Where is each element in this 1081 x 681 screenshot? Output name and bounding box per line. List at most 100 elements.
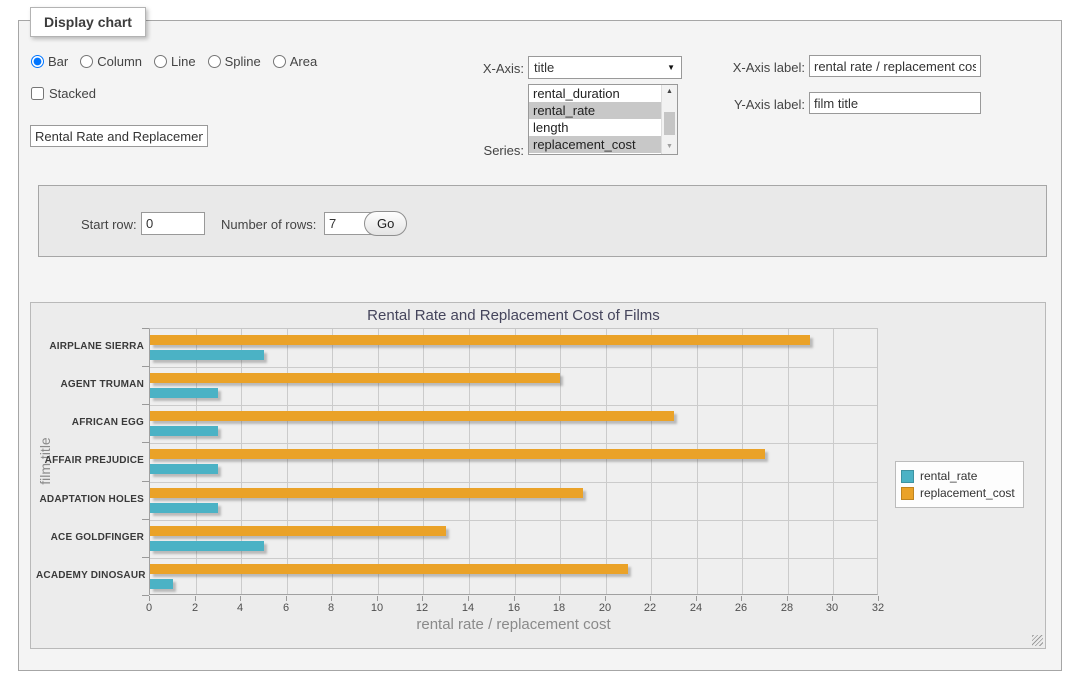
category-label: AIRPLANE SIERRA <box>36 341 144 352</box>
y-axis-label-input[interactable] <box>809 92 981 114</box>
bar-rental_rate <box>150 388 218 398</box>
gridline <box>196 329 197 594</box>
category-label: ADAPTATION HOLES <box>36 494 144 505</box>
gridline <box>150 405 877 406</box>
chart-type-radio-label: Area <box>290 54 317 69</box>
bar-rental_rate <box>150 350 264 360</box>
gridline <box>651 329 652 594</box>
series-option-length[interactable]: length <box>529 119 661 136</box>
x-tick-mark <box>149 596 150 601</box>
resize-handle-icon[interactable] <box>1032 635 1043 646</box>
category-label: ACE GOLDFINGER <box>36 532 144 543</box>
x-tick-label: 4 <box>227 602 253 614</box>
series-listbox[interactable]: rental_durationrental_ratelengthreplacem… <box>528 84 678 155</box>
x-axis-label-input[interactable] <box>809 55 981 77</box>
x-tick-mark <box>878 596 879 601</box>
listbox-scrollbar[interactable]: ▲ ▼ <box>661 85 677 154</box>
chart-type-radio-spline[interactable] <box>208 55 221 68</box>
series-listbox-options: rental_durationrental_ratelengthreplacem… <box>529 85 661 154</box>
x-axis-select[interactable]: title ▼ <box>528 56 682 79</box>
bar-replacement_cost <box>150 526 446 536</box>
chart-type-radio-column[interactable] <box>80 55 93 68</box>
chart-type-group: Bar Column Line Spline Area <box>31 54 317 69</box>
stacked-checkbox-row[interactable]: Stacked <box>31 86 96 101</box>
display-chart-panel: Display chart BarColumnLineSplineArea St… <box>18 20 1062 671</box>
chart-type-radio-bar[interactable] <box>31 55 44 68</box>
chart-type-option-column[interactable]: Column <box>80 54 142 69</box>
gridline <box>515 329 516 594</box>
x-tick-label: 14 <box>455 602 481 614</box>
chart-type-radio-area[interactable] <box>273 55 286 68</box>
x-tick-label: 0 <box>136 602 162 614</box>
stacked-label: Stacked <box>49 86 96 101</box>
x-tick-label: 22 <box>637 602 663 614</box>
gridline <box>241 329 242 594</box>
go-button[interactable]: Go <box>364 211 407 236</box>
x-tick-mark <box>514 596 515 601</box>
bar-rental_rate <box>150 426 218 436</box>
y-tick-mark <box>142 595 149 596</box>
bar-replacement_cost <box>150 335 810 345</box>
chart-title-input[interactable] <box>30 125 208 147</box>
x-tick-mark <box>331 596 332 601</box>
gridline <box>697 329 698 594</box>
chart-type-radio-line[interactable] <box>154 55 167 68</box>
series-option-rental_rate[interactable]: rental_rate <box>529 102 661 119</box>
chart-type-radio-label: Bar <box>48 54 68 69</box>
start-row-label: Start row: <box>81 217 137 232</box>
chevron-down-icon: ▼ <box>667 63 675 72</box>
y-tick-mark <box>142 519 149 520</box>
x-tick-label: 26 <box>728 602 754 614</box>
x-tick-label: 6 <box>273 602 299 614</box>
scrollbar-up-icon[interactable]: ▲ <box>662 85 677 99</box>
legend-swatch <box>901 487 914 500</box>
x-tick-label: 28 <box>774 602 800 614</box>
gridline <box>788 329 789 594</box>
x-tick-mark <box>422 596 423 601</box>
chart-type-option-spline[interactable]: Spline <box>208 54 261 69</box>
bar-replacement_cost <box>150 449 765 459</box>
gridline <box>742 329 743 594</box>
y-tick-mark <box>142 366 149 367</box>
scrollbar-thumb[interactable] <box>664 112 675 135</box>
gridline <box>332 329 333 594</box>
x-tick-label: 8 <box>318 602 344 614</box>
x-tick-mark <box>240 596 241 601</box>
x-tick-mark <box>195 596 196 601</box>
chart-type-option-line[interactable]: Line <box>154 54 196 69</box>
chart-type-radio-label: Column <box>97 54 142 69</box>
x-tick-mark <box>377 596 378 601</box>
gridline <box>606 329 607 594</box>
y-tick-mark <box>142 442 149 443</box>
gridline <box>833 329 834 594</box>
x-tick-label: 2 <box>182 602 208 614</box>
legend-label: rental_rate <box>920 469 977 483</box>
gridline <box>287 329 288 594</box>
x-tick-mark <box>787 596 788 601</box>
chart-type-option-area[interactable]: Area <box>273 54 317 69</box>
category-label: AGENT TRUMAN <box>36 379 144 390</box>
gridline <box>469 329 470 594</box>
legend-item: rental_rate <box>901 469 1015 483</box>
series-option-rental_duration[interactable]: rental_duration <box>529 85 661 102</box>
x-tick-label: 12 <box>409 602 435 614</box>
chart-container: Rental Rate and Replacement Cost of Film… <box>30 302 1046 649</box>
gridline <box>150 558 877 559</box>
x-axis-label-field-label: X-Axis label: <box>719 60 805 75</box>
bar-rental_rate <box>150 579 173 589</box>
legend-item: replacement_cost <box>901 486 1015 500</box>
gridline <box>150 520 877 521</box>
gridline <box>560 329 561 594</box>
x-tick-label: 18 <box>546 602 572 614</box>
x-tick-mark <box>832 596 833 601</box>
category-label: AFFAIR PREJUDICE <box>36 455 144 466</box>
start-row-input[interactable] <box>141 212 205 235</box>
y-tick-mark <box>142 557 149 558</box>
scrollbar-down-icon[interactable]: ▼ <box>662 140 677 154</box>
chart-type-option-bar[interactable]: Bar <box>31 54 68 69</box>
bar-replacement_cost <box>150 488 583 498</box>
plot-area <box>149 328 878 595</box>
legend-label: replacement_cost <box>920 486 1015 500</box>
series-option-replacement_cost[interactable]: replacement_cost <box>529 136 661 153</box>
stacked-checkbox[interactable] <box>31 87 44 100</box>
